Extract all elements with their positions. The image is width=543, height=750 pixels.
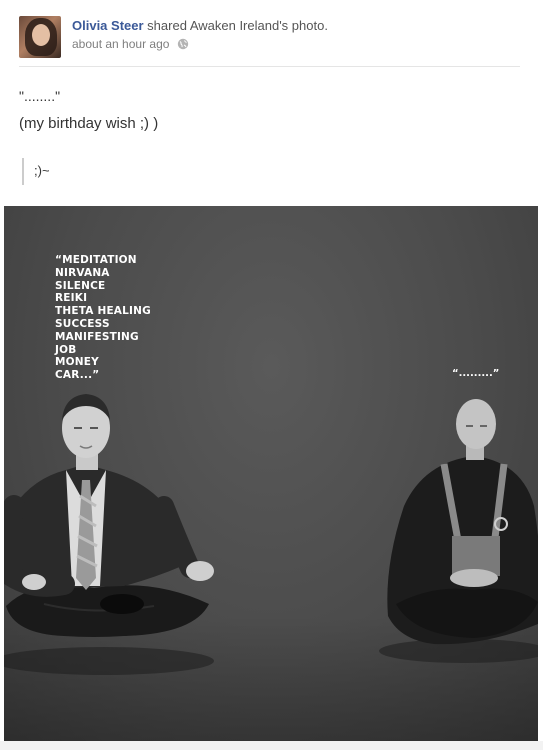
divider — [19, 66, 520, 67]
author-link[interactable]: Olivia Steer — [72, 18, 144, 33]
photo-figures — [4, 394, 538, 675]
shared-photo[interactable]: “MEDITATION NIRVANA SILENCE REIKI THETA … — [4, 206, 538, 741]
post-footer-strip — [0, 741, 543, 750]
feed-post: Olivia Steer shared Awaken Ireland's pho… — [0, 0, 543, 750]
avatar[interactable] — [19, 16, 61, 58]
post-meta: about an hour ago — [72, 37, 189, 51]
timestamp-link[interactable]: about an hour ago — [72, 37, 169, 51]
share-action-text: shared Awaken Ireland's photo. — [147, 18, 328, 33]
globe-icon[interactable] — [177, 38, 189, 50]
businessman-figure — [4, 394, 214, 637]
status-text-line2: (my birthday wish ;) ) — [19, 115, 159, 132]
post-header: Olivia Steer shared Awaken Ireland's pho… — [72, 18, 328, 33]
status-text-line1: "........" — [19, 88, 61, 104]
businessman-shadow — [4, 647, 214, 675]
quote-bar — [22, 158, 24, 185]
monk-figure — [387, 399, 538, 645]
shared-quote: ;)~ — [34, 163, 50, 178]
